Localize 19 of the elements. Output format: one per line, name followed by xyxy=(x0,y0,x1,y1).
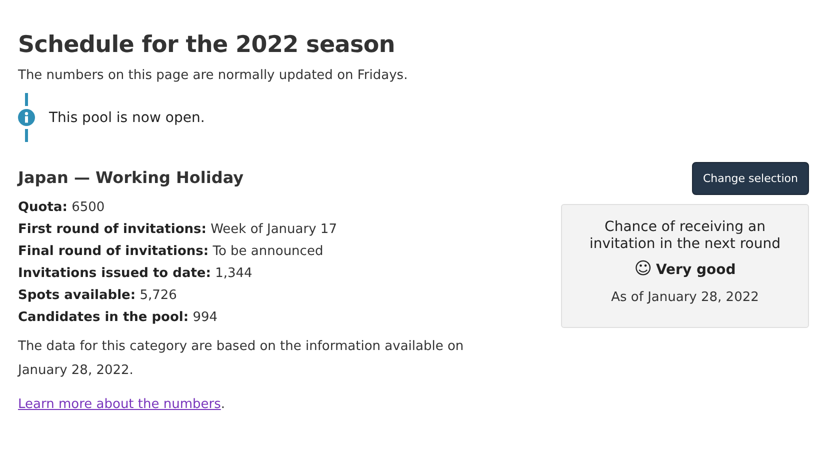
fact-line: Invitations issued to date: 1,344 xyxy=(18,265,254,283)
change-selection-button[interactable]: Change selection xyxy=(692,162,809,195)
chance-heading: Chance of receiving an invitation in the next round xyxy=(588,219,782,253)
notice-text: This pool is now open. xyxy=(49,110,205,126)
fact-line: Quota: 6500 xyxy=(18,199,106,217)
fact-line: Final round of invitations: To be announced xyxy=(18,243,324,261)
chance-rating: Very good xyxy=(656,262,736,278)
fact-line: First round of invitations: Week of January 17 xyxy=(18,221,338,239)
fact-line: Spots available: 5,726 xyxy=(18,287,178,305)
page-title: Schedule for the 2022 season xyxy=(18,32,396,58)
as-of-date: As of January 28, 2022 xyxy=(610,290,760,305)
category-heading: Japan — Working Holiday xyxy=(18,168,245,187)
fact-line: Candidates in the pool: 994 xyxy=(18,309,219,327)
learn-more-link[interactable]: Learn more about the numbers xyxy=(18,397,221,412)
update-note: The numbers on this page are normally updated on Fridays. xyxy=(18,68,409,83)
link-period: . xyxy=(220,397,226,412)
info-icon xyxy=(18,109,35,126)
data-note: The data for this category are based on the information available on January 28, 2022. xyxy=(18,338,465,380)
smiley-icon: ☺ xyxy=(634,261,652,278)
